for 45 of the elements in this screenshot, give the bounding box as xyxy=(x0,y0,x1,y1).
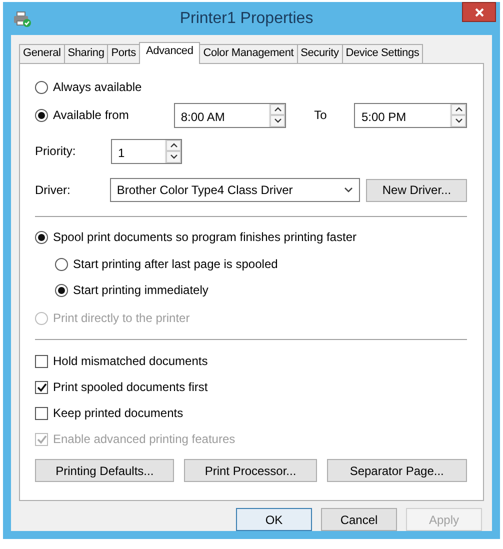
checkbox-label: Enable advanced printing features xyxy=(53,431,236,448)
checkbox[interactable] xyxy=(35,380,48,394)
close-button[interactable] xyxy=(462,2,496,22)
radio-button[interactable] xyxy=(35,230,48,244)
radio-button[interactable] xyxy=(55,284,68,296)
window-title: Printer1 Properties xyxy=(180,8,314,28)
close-icon xyxy=(474,8,484,16)
driver-dropdown[interactable]: Brother Color Type4 Class Driver xyxy=(110,178,360,202)
checkbox-label: Hold mismatched documents xyxy=(53,353,208,370)
radio-button[interactable] xyxy=(35,108,48,122)
checkbox-label: Print spooled documents first xyxy=(53,379,208,396)
spin-up-icon[interactable] xyxy=(454,106,462,113)
checkbox[interactable] xyxy=(35,406,48,420)
tab[interactable]: Device Settings xyxy=(342,44,424,63)
dialog-button[interactable]: Cancel xyxy=(321,508,397,531)
radio-label: Start printing immediately xyxy=(73,282,208,299)
radio-label: Available from xyxy=(53,107,129,124)
radio-label: Spool print documents so program finishes printing faster xyxy=(53,229,356,246)
priority-spinner[interactable]: 1 xyxy=(111,138,182,164)
radio-label: Print directly to the printer xyxy=(53,310,190,327)
radio-label: Always available xyxy=(53,79,142,96)
spin-down-icon[interactable] xyxy=(274,117,282,124)
radio-button[interactable] xyxy=(55,258,68,270)
action-button[interactable]: Print Processor... xyxy=(184,459,317,482)
dialog-button[interactable]: OK xyxy=(236,508,312,531)
caret-icon xyxy=(344,187,354,193)
action-button[interactable]: Printing Defaults... xyxy=(35,459,174,482)
time-spinner[interactable]: 8:00 AM xyxy=(174,102,286,128)
spin-up-icon[interactable] xyxy=(274,106,282,113)
tab[interactable]: Advanced xyxy=(138,42,200,64)
to-label: To xyxy=(313,107,328,124)
radio-button[interactable] xyxy=(35,80,48,94)
priority-label: Priority: xyxy=(35,143,77,160)
new-driver-button[interactable]: New Driver... xyxy=(366,178,467,202)
action-button[interactable]: Separator Page... xyxy=(326,459,467,482)
checkbox-label: Keep printed documents xyxy=(53,405,184,422)
tab[interactable]: General xyxy=(19,44,65,63)
time-spinner[interactable]: 5:00 PM xyxy=(354,102,467,128)
printer-icon xyxy=(13,10,31,26)
spin-up-icon[interactable] xyxy=(170,142,178,149)
driver-label: Driver: xyxy=(35,182,72,199)
checkbox[interactable] xyxy=(35,354,48,368)
spin-down-icon[interactable] xyxy=(454,117,462,124)
radio-label: Start printing after last page is spooled xyxy=(73,256,278,273)
spin-down-icon[interactable] xyxy=(170,153,178,160)
